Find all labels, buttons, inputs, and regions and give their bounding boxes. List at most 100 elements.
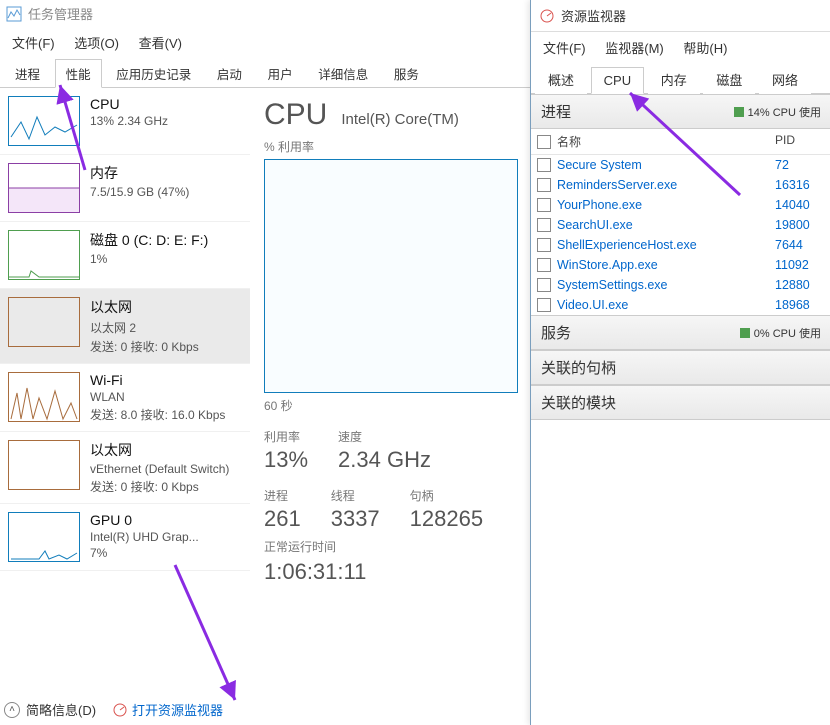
menu-monitor[interactable]: 监视器(M) [597,34,672,61]
uptime-label: 正常运行时间 [264,538,516,555]
task-manager-window: 任务管理器 文件(F) 选项(O) 查看(V) 进程 性能 应用历史记录 启动 … [0,0,530,725]
stat-label: 利用率 [264,428,308,445]
cpu-model: Intel(R) Core(TM) [341,111,459,128]
process-row[interactable]: WinStore.App.exe11092 [531,255,830,275]
section-processes[interactable]: 进程 14% CPU 使用 [531,94,830,129]
sidebar-item-wifi[interactable]: Wi-Fi WLAN 发送: 8.0 接收: 16.0 Kbps [0,364,250,432]
checkbox[interactable] [537,278,551,292]
sidebar-sub2: 发送: 8.0 接收: 16.0 Kbps [90,406,225,423]
checkbox[interactable] [537,158,551,172]
tab-services[interactable]: 服务 [383,59,430,87]
util-label: % 利用率 [264,138,516,155]
process-row[interactable]: Secure System72 [531,155,830,175]
stat-value: 128265 [410,506,483,532]
process-row[interactable]: SearchUI.exe19800 [531,215,830,235]
tab-app-history[interactable]: 应用历史记录 [105,59,202,87]
sidebar-item-cpu[interactable]: CPU13% 2.34 GHz [0,88,250,155]
sidebar-sub2: 发送: 0 接收: 0 Kbps [90,478,229,495]
cpu-chart [264,159,518,393]
less-label: 简略信息(D) [26,700,96,719]
tab-processes[interactable]: 进程 [4,59,51,87]
sidebar-sub: 7.5/15.9 GB (47%) [90,185,189,199]
checkbox[interactable] [537,238,551,252]
sidebar-sub2: 7% [90,546,199,560]
tab-memory[interactable]: 内存 [648,64,700,94]
tab-details[interactable]: 详细信息 [307,59,379,87]
title-bar: 任务管理器 [0,0,530,27]
tab-disk[interactable]: 磁盘 [703,64,755,94]
checkbox[interactable] [537,258,551,272]
stat-value: 2.34 GHz [338,447,431,473]
section-title: 关联的句柄 [541,357,616,378]
window-title: 资源监视器 [561,6,626,25]
open-resmon-label: 打开资源监视器 [132,700,223,719]
tab-network[interactable]: 网络 [759,64,811,94]
wifi-thumb-icon [8,372,80,422]
footer: ˄ 简略信息(D) 打开资源监视器 [4,700,239,719]
stat-label: 句柄 [410,487,483,504]
section-title: 服务 [541,322,571,343]
memory-thumb-icon [8,163,80,213]
checkbox[interactable] [537,135,551,149]
sidebar-item-memory[interactable]: 内存 7.5/15.9 GB (47%) [0,155,250,222]
sidebar-item-gpu[interactable]: GPU 0Intel(R) UHD Grap...7% [0,504,250,571]
chevron-up-icon: ˄ [4,702,20,718]
open-resmon-link[interactable]: 打开资源监视器 [112,700,223,719]
sidebar-title: 内存 [90,163,189,183]
menu-view[interactable]: 查看(V) [131,29,190,56]
sidebar-title: 磁盘 0 (C: D: E: F:) [90,230,208,250]
process-list: Secure System72 RemindersServer.exe16316… [531,155,830,315]
stat-value: 13% [264,447,308,473]
process-row[interactable]: RemindersServer.exe16316 [531,175,830,195]
checkbox[interactable] [537,198,551,212]
tab-bar: 进程 性能 应用历史记录 启动 用户 详细信息 服务 [0,58,530,88]
section-handles[interactable]: 关联的句柄 [531,350,830,385]
sidebar-title: 以太网 [90,297,199,317]
menu-help[interactable]: 帮助(H) [675,34,735,61]
stat-label: 速度 [338,428,431,445]
gpu-thumb-icon [8,512,80,562]
title-bar: 资源监视器 [531,0,830,32]
task-manager-icon [6,6,22,22]
sidebar-item-ethernet[interactable]: 以太网以太网 2发送: 0 接收: 0 Kbps [0,289,250,364]
sidebar-item-disk[interactable]: 磁盘 0 (C: D: E: F:)1% [0,222,250,289]
process-row[interactable]: YourPhone.exe14040 [531,195,830,215]
process-row[interactable]: ShellExperienceHost.exe7644 [531,235,830,255]
section-services[interactable]: 服务 0% CPU 使用 [531,315,830,350]
stat-value: 261 [264,506,301,532]
usage-icon [740,328,750,338]
stat-label: 线程 [331,487,380,504]
less-details-button[interactable]: ˄ 简略信息(D) [4,700,96,719]
cpu-thumb-icon [8,96,80,146]
menu-options[interactable]: 选项(O) [66,29,127,56]
col-name[interactable]: 名称 [557,133,581,150]
checkbox[interactable] [537,218,551,232]
checkbox[interactable] [537,298,551,312]
menu-file[interactable]: 文件(F) [535,34,594,61]
sidebar-title: GPU 0 [90,512,199,528]
tab-overview[interactable]: 概述 [535,64,587,94]
window-title: 任务管理器 [28,4,93,23]
sidebar-sub: WLAN [90,390,225,404]
detail-pane: CPU Intel(R) Core(TM) % 利用率 60 秒 利用率13% … [250,88,530,725]
section-title: 关联的模块 [541,392,616,413]
tab-performance[interactable]: 性能 [55,59,102,88]
sidebar-item-vethernet[interactable]: 以太网vEthernet (Default Switch)发送: 0 接收: 0… [0,432,250,504]
tab-users[interactable]: 用户 [257,59,304,87]
menu-file[interactable]: 文件(F) [4,29,63,56]
tab-cpu[interactable]: CPU [591,67,644,94]
checkbox[interactable] [537,178,551,192]
col-pid[interactable]: PID [775,133,825,150]
process-row[interactable]: Video.UI.exe18968 [531,295,830,315]
resmon-icon [112,702,128,718]
usage-icon [734,107,744,117]
tab-bar: 概述 CPU 内存 磁盘 网络 [531,63,830,94]
section-modules[interactable]: 关联的模块 [531,385,830,420]
sidebar-title: Wi-Fi [90,372,225,388]
stat-label: 进程 [264,487,301,504]
stat-value: 3337 [331,506,380,532]
sidebar-sub: 以太网 2 [90,319,199,336]
tab-startup[interactable]: 启动 [206,59,253,87]
detail-heading: CPU [264,98,327,132]
process-row[interactable]: SystemSettings.exe12880 [531,275,830,295]
